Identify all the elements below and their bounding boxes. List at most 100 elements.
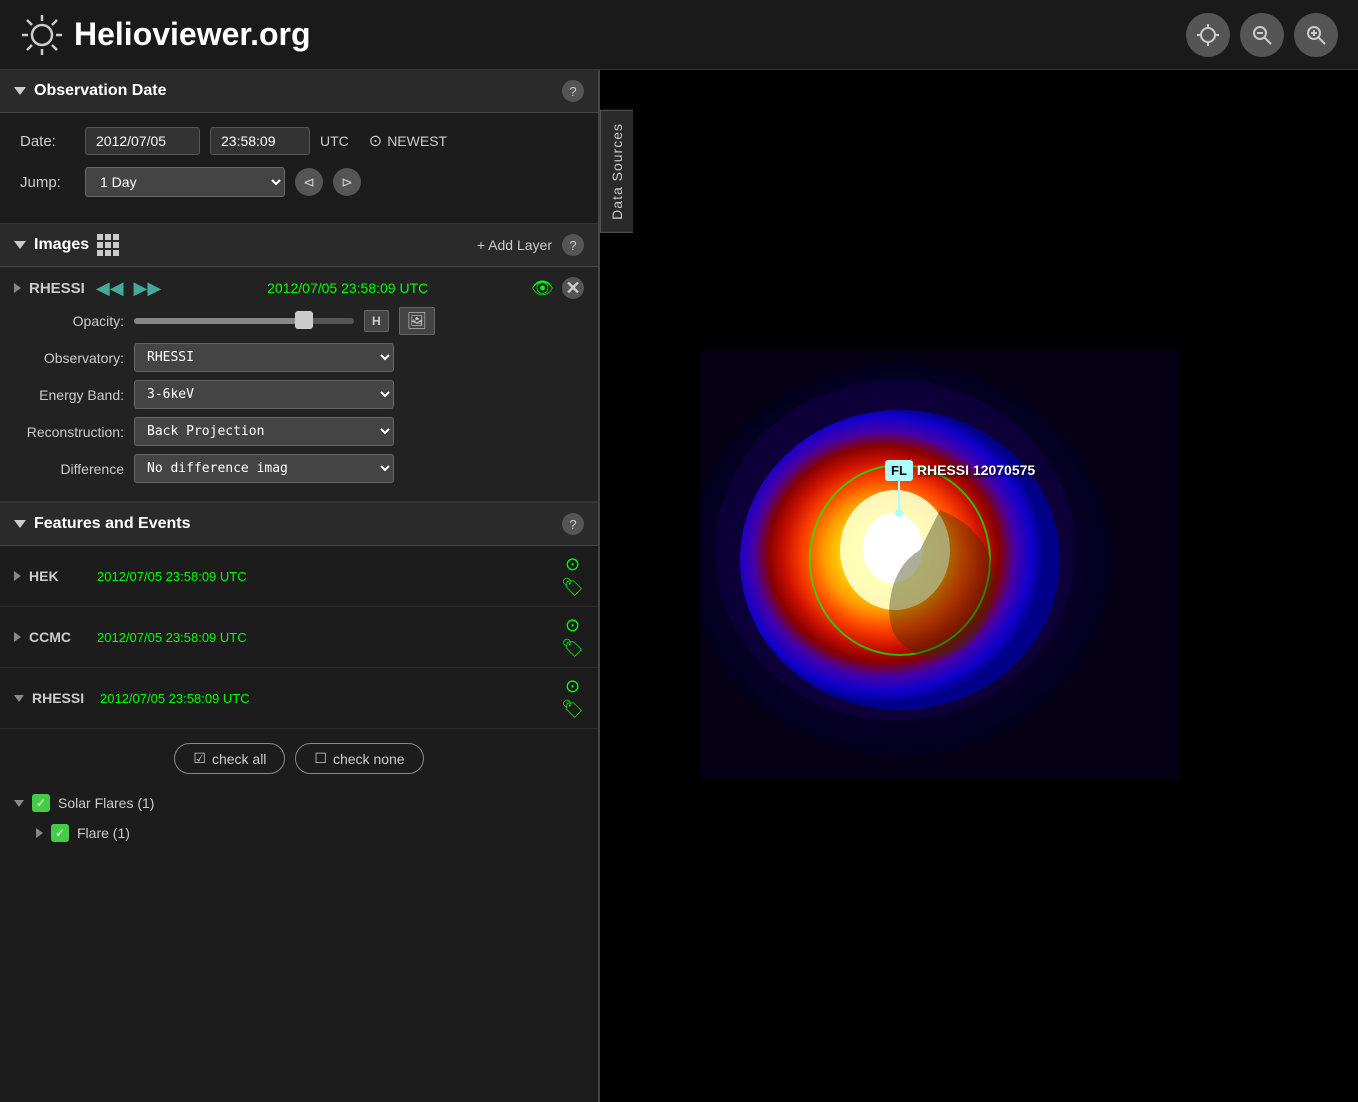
- observation-date-header[interactable]: Observation Date ?: [0, 70, 598, 113]
- layer-visibility-icon[interactable]: 👁: [531, 278, 554, 299]
- rhessi-event-label: RHESSI 12070575: [917, 462, 1035, 478]
- crosshair-icon: [1197, 24, 1219, 46]
- viewer-panel: Data Sources: [600, 70, 1358, 1102]
- layer-actions: 👁 ✕: [531, 277, 584, 299]
- rhessi-events-icons: ⊙ 🏷: [561, 676, 584, 720]
- solar-image: FL RHESSI 12070575: [700, 350, 1180, 780]
- newest-button[interactable]: ⊙ NEWEST: [369, 131, 447, 151]
- rhessi-feature-item: RHESSI 2012/07/05 23:58:09 UTC ⊙ 🏷: [0, 668, 598, 729]
- rhessi-tag-icon[interactable]: 🏷: [561, 699, 584, 720]
- features-section: Features and Events ? HEK 2012/07/05 23:…: [0, 503, 598, 848]
- layer-close-icon[interactable]: ✕: [562, 277, 584, 299]
- jump-select[interactable]: 1 Day 1 Week 1 Month 1 Year: [85, 167, 285, 197]
- solar-flares-item[interactable]: ✓ Solar Flares (1): [0, 788, 598, 818]
- features-collapse-icon: [14, 520, 26, 528]
- grid-icon: [97, 234, 119, 256]
- energy-band-select[interactable]: 3-6keV: [134, 380, 394, 409]
- opacity-row: Opacity: H 🖼: [14, 307, 584, 335]
- app-title: Helioviewer.org: [74, 16, 311, 53]
- difference-select[interactable]: No difference imag: [134, 454, 394, 483]
- opacity-thumb[interactable]: [295, 311, 313, 329]
- solar-flares-label: Solar Flares (1): [58, 795, 154, 811]
- event-label-overlay: FL RHESSI 12070575: [885, 460, 1035, 517]
- date-label: Date:: [20, 133, 75, 150]
- opacity-label: Opacity:: [14, 313, 124, 329]
- opacity-fill: [134, 318, 299, 324]
- observatory-select[interactable]: RHESSI: [134, 343, 394, 372]
- observation-date-help-button[interactable]: ?: [562, 80, 584, 102]
- images-actions: + Add Layer ?: [477, 234, 584, 256]
- screenshot-button[interactable]: 🖼: [399, 307, 435, 335]
- data-sources-tab[interactable]: Data Sources: [600, 110, 633, 233]
- reconstruction-row: Reconstruction: Back Projection: [14, 417, 584, 446]
- layer-nav: ◀◀ ▶▶: [93, 278, 164, 299]
- layer-timestamp: 2012/07/05 23:58:09 UTC: [267, 280, 428, 296]
- time-input[interactable]: [210, 127, 310, 155]
- features-header[interactable]: Features and Events ?: [0, 503, 598, 546]
- add-layer-button[interactable]: + Add Layer: [477, 237, 552, 253]
- energy-band-label: Energy Band:: [14, 387, 124, 403]
- pin-dot: [895, 509, 903, 517]
- images-help-button[interactable]: ?: [562, 234, 584, 256]
- rhessi-target-icon[interactable]: ⊙: [565, 676, 580, 697]
- layer-next-button[interactable]: ▶▶: [131, 278, 165, 299]
- hek-tag-icon[interactable]: 🏷: [561, 577, 584, 598]
- rhessi-layer: RHESSI ◀◀ ▶▶ 2012/07/05 23:58:09 UTC 👁 ✕: [0, 267, 598, 502]
- zoom-out-icon: [1251, 24, 1273, 46]
- left-panel: Observation Date ? Date: UTC ⊙ NEWEST Ju…: [0, 70, 600, 1102]
- flare-checkbox[interactable]: ✓: [51, 824, 69, 842]
- solar-visualization: [700, 350, 1180, 780]
- observatory-row: Observatory: RHESSI: [14, 343, 584, 372]
- prev-nav-button[interactable]: ⊲: [295, 168, 323, 196]
- rhessi-events-timestamp: 2012/07/05 23:58:09 UTC: [100, 691, 553, 706]
- check-none-button[interactable]: ☐ check none: [295, 743, 423, 774]
- zoom-in-icon: [1305, 24, 1327, 46]
- reconstruction-select[interactable]: Back Projection: [134, 417, 394, 446]
- opacity-slider[interactable]: [134, 318, 354, 324]
- check-all-button[interactable]: ☑ check all: [174, 743, 285, 774]
- hek-feature-item: HEK 2012/07/05 23:58:09 UTC ⊙ 🏷: [0, 546, 598, 607]
- images-title: Images: [14, 234, 119, 256]
- layer-name: RHESSI: [29, 280, 85, 297]
- zoom-in-button[interactable]: [1294, 13, 1338, 57]
- hd-button[interactable]: H: [364, 310, 389, 332]
- images-section: Images + Add Layer ?: [0, 224, 598, 503]
- collapse-triangle-icon: [14, 87, 26, 95]
- ccmc-target-icon[interactable]: ⊙: [565, 615, 580, 636]
- layer-top-row: RHESSI ◀◀ ▶▶ 2012/07/05 23:58:09 UTC 👁 ✕: [14, 277, 584, 299]
- ccmc-expand-icon: [14, 632, 21, 642]
- rhessi-events-expand-icon: [14, 695, 24, 702]
- hek-target-icon[interactable]: ⊙: [565, 554, 580, 575]
- hek-icons: ⊙ 🏷: [561, 554, 584, 598]
- check-buttons-row: ☑ check all ☐ check none: [0, 729, 598, 788]
- uncheck-icon: ☐: [314, 750, 327, 767]
- next-nav-button[interactable]: ⊳: [333, 168, 361, 196]
- jump-row: Jump: 1 Day 1 Week 1 Month 1 Year ⊲ ⊳: [20, 167, 578, 197]
- energy-band-row: Energy Band: 3-6keV: [14, 380, 584, 409]
- hek-timestamp: 2012/07/05 23:58:09 UTC: [97, 569, 553, 584]
- date-row: Date: UTC ⊙ NEWEST: [20, 127, 578, 155]
- date-input[interactable]: [85, 127, 200, 155]
- difference-label: Difference: [14, 461, 124, 477]
- ccmc-feature-item: CCMC 2012/07/05 23:58:09 UTC ⊙ 🏷: [0, 607, 598, 668]
- logo-area: Helioviewer.org: [20, 13, 311, 57]
- observatory-label: Observatory:: [14, 350, 124, 366]
- main-content: Observation Date ? Date: UTC ⊙ NEWEST Ju…: [0, 70, 1358, 1102]
- flare-label: Flare (1): [77, 825, 130, 841]
- layer-prev-button[interactable]: ◀◀: [93, 278, 127, 299]
- layer-expand-icon: [14, 283, 21, 293]
- ccmc-tag-icon[interactable]: 🏷: [561, 638, 584, 659]
- zoom-out-button[interactable]: [1240, 13, 1284, 57]
- hek-expand-icon: [14, 571, 21, 581]
- ccmc-name: CCMC: [29, 629, 89, 645]
- center-button[interactable]: [1186, 13, 1230, 57]
- features-help-button[interactable]: ?: [562, 513, 584, 535]
- flare-expand-icon: [36, 828, 43, 838]
- app-header: Helioviewer.org: [0, 0, 1358, 70]
- flare-item[interactable]: ✓ Flare (1): [0, 818, 598, 848]
- hek-name: HEK: [29, 568, 89, 584]
- difference-row: Difference No difference imag: [14, 454, 584, 483]
- solar-flares-checkbox[interactable]: ✓: [32, 794, 50, 812]
- ccmc-timestamp: 2012/07/05 23:58:09 UTC: [97, 630, 553, 645]
- jump-label: Jump:: [20, 174, 75, 191]
